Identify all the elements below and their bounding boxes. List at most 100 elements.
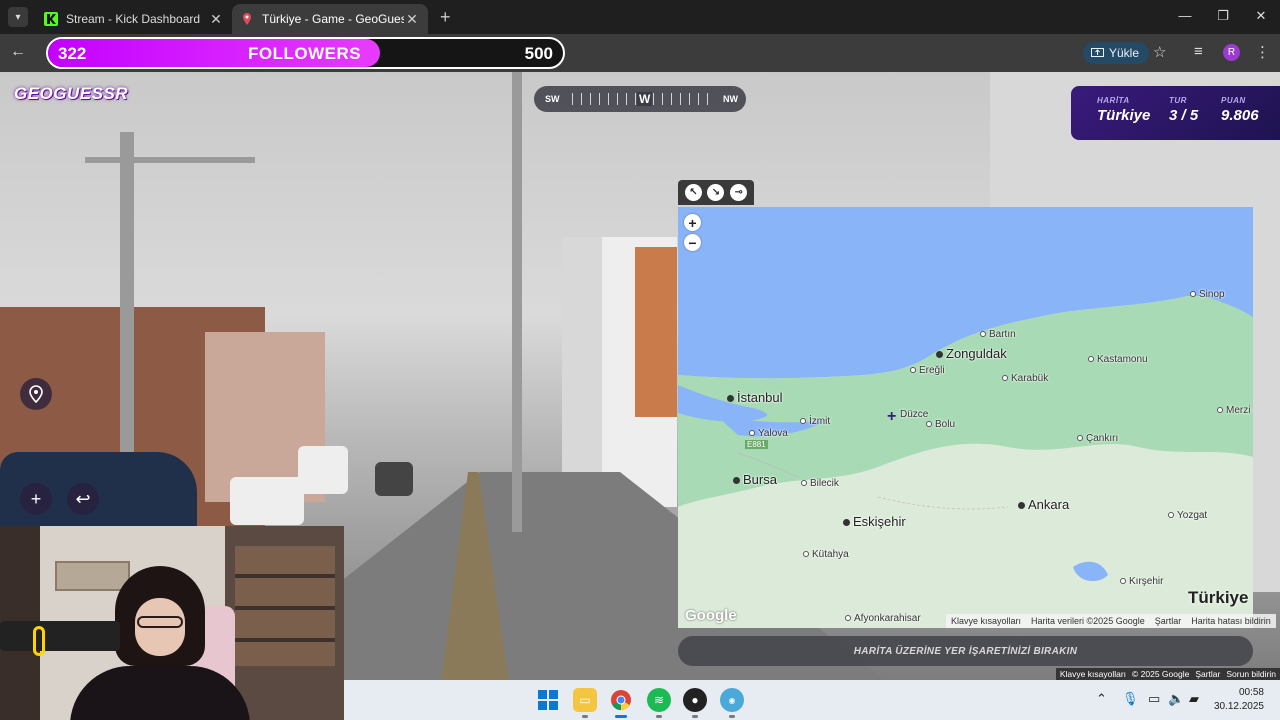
microphone — [0, 621, 120, 651]
building — [635, 247, 677, 417]
tab-title: Stream - Kick Dashboard — [66, 12, 201, 26]
sv-footer-report[interactable]: Sorun bildirin — [1226, 669, 1276, 679]
microphone-icon[interactable]: 🎙 — [1122, 691, 1139, 707]
running-indicator — [656, 715, 662, 718]
city-label: Bursa — [733, 472, 777, 487]
media-queue-icon[interactable]: ≡ — [1194, 43, 1203, 60]
round-info: TUR 3 / 5 — [1169, 96, 1198, 124]
map-pin-icon — [243, 13, 251, 25]
chevron-up-icon[interactable]: ⌃ — [1096, 691, 1107, 707]
chrome-icon[interactable] — [609, 688, 633, 712]
map-zoom-in[interactable]: + — [684, 214, 701, 231]
guess-map[interactable]: + − — [678, 207, 1253, 628]
bookmark-star-icon[interactable]: ☆ — [1153, 43, 1166, 61]
score-label: PUAN — [1221, 96, 1246, 105]
followers-count: 322 — [58, 44, 87, 63]
round-value: 3 / 5 — [1169, 107, 1199, 124]
map-footer-terms[interactable]: Şartlar — [1155, 616, 1182, 626]
score-info: PUAN 9.806 — [1221, 96, 1259, 124]
game-status-panel: HARİTA Türkiye TUR 3 / 5 PUAN 9.806 — [1071, 86, 1280, 140]
sv-footer-copyright: © 2025 Google — [1132, 669, 1190, 679]
map-label: HARİTA — [1097, 96, 1130, 105]
followers-goal-bar: 322 FOLLOWERS 500 — [46, 37, 565, 69]
city-label: Afyonkarahisar — [845, 613, 921, 624]
clock-date: 30.12.2025 — [1213, 701, 1264, 712]
expand-map-icon[interactable]: ↖ — [684, 184, 702, 201]
map-footer-shortcuts[interactable]: Klavye kısayolları — [951, 616, 1021, 626]
guess-button[interactable]: HARİTA ÜZERİNE YER İŞARETİNİZİ BIRAKIN — [678, 636, 1253, 666]
city-label: Zonguldak — [936, 346, 1007, 361]
compass-nw: NW — [723, 94, 738, 104]
sv-footer-terms[interactable]: Şartlar — [1195, 669, 1220, 679]
pin-map-icon[interactable]: ⊸ — [730, 184, 748, 201]
zoom-in-street-button[interactable]: + — [20, 483, 52, 515]
close-icon[interactable]: ✕ — [404, 11, 420, 28]
tab-kick-dashboard[interactable]: Stream - Kick Dashboard ✕ — [36, 4, 232, 34]
active-indicator — [615, 715, 627, 718]
tab-geoguessr[interactable]: Türkiye - Game - GeoGuessr ✕ — [232, 4, 428, 34]
map-value: Türkiye — [1097, 107, 1151, 124]
file-explorer-icon[interactable]: ▭ — [573, 688, 597, 712]
obs-icon[interactable]: ● — [683, 688, 707, 712]
webcam-overlay — [0, 526, 344, 720]
windows-start-icon[interactable] — [536, 688, 560, 712]
undo-return-button[interactable]: ↩ — [67, 483, 99, 515]
city-label: Eskişehir — [843, 514, 906, 529]
network-icon[interactable]: ▭ — [1148, 691, 1160, 707]
microphone-ring — [33, 626, 45, 656]
profile-avatar[interactable]: R — [1223, 44, 1240, 61]
city-label: Kastamonu — [1088, 354, 1148, 365]
tab-search-button[interactable]: ▾ — [8, 7, 28, 27]
city-label: Kırşehir — [1120, 576, 1163, 587]
city-label: Düzce — [900, 409, 929, 420]
volume-icon[interactable]: 🔈 — [1168, 691, 1184, 707]
compass: SW W NW — [534, 86, 746, 112]
back-arrow-icon[interactable]: ← — [10, 43, 26, 61]
utility-pole-crossarm — [85, 157, 255, 163]
streamer — [70, 566, 250, 720]
streamer-glasses — [137, 616, 183, 628]
system-clock[interactable]: 00:58 30.12.2025 — [1214, 686, 1264, 714]
spotify-icon[interactable]: ≋ — [647, 688, 671, 712]
close-window-button[interactable]: ✕ — [1242, 0, 1280, 34]
minimize-button[interactable]: — — [1166, 0, 1204, 34]
map-pin-icon — [29, 385, 43, 403]
compass-sw: SW — [545, 94, 560, 104]
clock-time: 00:58 — [1238, 687, 1264, 698]
city-label: Kütahya — [803, 549, 849, 560]
parked-car — [298, 446, 348, 494]
guess-marker-crosshair: + — [887, 408, 897, 425]
country-label: Türkiye — [1188, 588, 1249, 607]
map-info: HARİTA Türkiye — [1097, 96, 1150, 124]
street-lamp-pole — [512, 72, 522, 532]
close-icon[interactable]: ✕ — [208, 11, 224, 28]
upload-button[interactable]: Yükle — [1083, 42, 1150, 64]
map-zoom-out[interactable]: − — [684, 234, 701, 251]
round-label: TUR — [1169, 96, 1187, 105]
plus-icon: + — [30, 488, 42, 509]
sv-footer-shortcuts[interactable]: Klavye kısayolları — [1060, 669, 1126, 679]
city-label: Yozgat — [1168, 510, 1207, 521]
new-tab-button[interactable]: + — [440, 7, 451, 28]
app-icon[interactable]: ◉ — [720, 688, 744, 712]
browser-tabbar: ▾ Stream - Kick Dashboard ✕ Türkiye - Ga… — [0, 0, 1280, 34]
upload-icon — [1091, 47, 1104, 57]
city-label: Ankara — [1018, 497, 1069, 512]
upload-label: Yükle — [1109, 46, 1140, 60]
checkpoint-button[interactable] — [20, 378, 52, 410]
maximize-button[interactable]: ❐ — [1204, 0, 1242, 34]
map-size-controls: ↖ ↘ ⊸ — [678, 180, 754, 205]
highway-shield: E881 — [745, 440, 768, 449]
google-logo: Google — [685, 607, 737, 624]
car — [375, 462, 413, 496]
running-indicator — [582, 715, 588, 718]
battery-icon[interactable]: ▰ — [1189, 691, 1199, 707]
city-label: Ereğli — [910, 365, 945, 376]
score-value: 9.806 — [1221, 107, 1259, 124]
windows-taskbar: ▭ ≋ ● ◉ ⌃ 🎙 ▭ 🔈 ▰ 00:58 30.12.2025 — [344, 680, 1280, 720]
city-label: Bartın — [980, 329, 1016, 340]
shrink-map-icon[interactable]: ↘ — [707, 184, 725, 201]
map-footer-report[interactable]: Harita hatası bildirin — [1191, 616, 1271, 626]
webcam-shelf-books — [235, 546, 335, 666]
more-menu-icon[interactable]: ⋮ — [1255, 43, 1270, 61]
